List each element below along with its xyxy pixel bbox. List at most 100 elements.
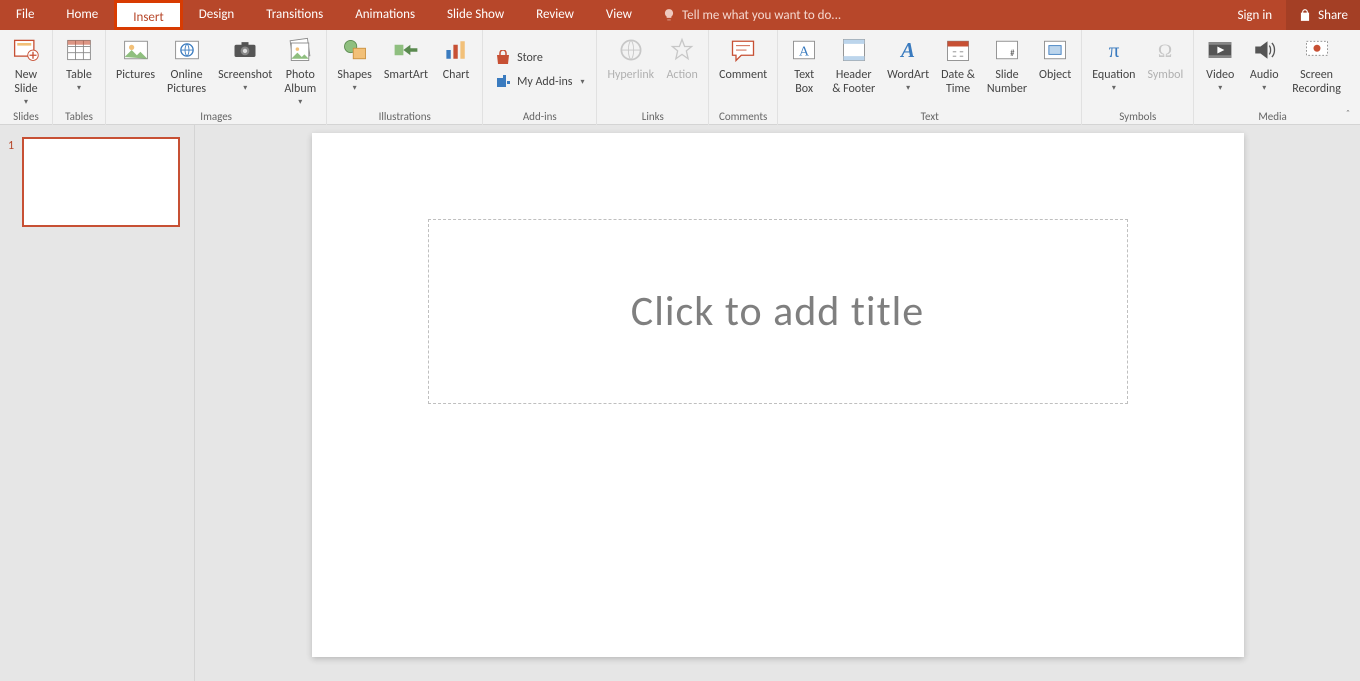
chevron-down-icon: ▾: [243, 83, 247, 93]
chevron-down-icon: ▾: [353, 83, 357, 93]
addins-icon: [495, 74, 511, 90]
equation-icon: π: [1098, 34, 1130, 66]
date-time-icon: [942, 34, 974, 66]
ribbon: New Slide ▾ Slides Table ▾ Tables Pictur…: [0, 30, 1360, 125]
date-time-button[interactable]: Date & Time: [935, 32, 981, 108]
video-icon: [1204, 34, 1236, 66]
wordart-icon: A: [892, 34, 924, 66]
chevron-down-icon: ▾: [906, 83, 910, 93]
tab-animations[interactable]: Animations: [339, 0, 431, 30]
chevron-down-icon: ▾: [298, 97, 302, 107]
slide-thumbnail-pane[interactable]: 1: [0, 125, 195, 681]
pictures-button[interactable]: Pictures: [110, 32, 161, 108]
header-footer-icon: [838, 34, 870, 66]
group-images: Pictures Online Pictures Screenshot ▾ Ph…: [106, 30, 327, 125]
text-box-button[interactable]: A Text Box: [782, 32, 826, 108]
tab-strip: File Home Insert Design Transitions Anim…: [0, 0, 1360, 30]
screen-recording-icon: [1301, 34, 1333, 66]
svg-text:#: #: [1010, 49, 1015, 59]
group-symbols: π Equation ▾ Ω Symbol Symbols: [1082, 30, 1194, 125]
object-icon: [1039, 34, 1071, 66]
group-addins: Store My Add-ins ▾ Add-ins: [483, 30, 597, 125]
header-footer-button[interactable]: Header & Footer: [826, 32, 881, 108]
tab-insert[interactable]: Insert: [114, 0, 183, 30]
share-icon: [1298, 8, 1312, 22]
chevron-down-icon: ▾: [1112, 83, 1116, 93]
photo-album-button[interactable]: Photo Album ▾: [278, 32, 322, 108]
lightbulb-icon: [662, 8, 676, 22]
group-tables: Table ▾ Tables: [53, 30, 106, 125]
my-addins-button[interactable]: My Add-ins ▾: [495, 74, 584, 90]
collapse-ribbon-button[interactable]: ˆ: [1342, 105, 1354, 122]
screenshot-button[interactable]: Screenshot ▾: [212, 32, 278, 108]
slide-thumbnail-1[interactable]: 1: [8, 137, 186, 227]
new-slide-icon: [10, 34, 42, 66]
tab-file[interactable]: File: [0, 0, 50, 30]
chevron-down-icon: ▾: [24, 97, 28, 107]
slide-canvas-area[interactable]: Click to add title: [195, 125, 1360, 681]
group-media: Video ▾ Audio ▾ Screen Recording Media: [1194, 30, 1351, 125]
smartart-icon: [390, 34, 422, 66]
svg-text:A: A: [799, 44, 810, 59]
audio-button[interactable]: Audio ▾: [1242, 32, 1286, 108]
photo-album-icon: [284, 34, 316, 66]
online-pictures-button[interactable]: Online Pictures: [161, 32, 212, 108]
tab-view[interactable]: View: [590, 0, 648, 30]
svg-text:Ω: Ω: [1158, 41, 1172, 62]
tell-me-search[interactable]: Tell me what you want to do...: [662, 8, 841, 23]
share-button[interactable]: Share: [1286, 0, 1360, 30]
picture-icon: [120, 34, 152, 66]
tab-review[interactable]: Review: [520, 0, 590, 30]
table-button[interactable]: Table ▾: [57, 32, 101, 108]
store-icon: [495, 50, 511, 66]
chart-icon: [440, 34, 472, 66]
main-area: 1 Click to add title: [0, 125, 1360, 681]
group-text: A Text Box Header & Footer A WordArt ▾ D…: [778, 30, 1082, 125]
title-placeholder[interactable]: Click to add title: [428, 219, 1128, 404]
chevron-down-icon: ▾: [77, 83, 81, 93]
audio-icon: [1248, 34, 1280, 66]
hyperlink-button: Hyperlink: [601, 32, 660, 108]
hyperlink-icon: [615, 34, 647, 66]
group-comments: Comment Comments: [709, 30, 778, 125]
shapes-button[interactable]: Shapes ▾: [331, 32, 378, 108]
online-pictures-icon: [171, 34, 203, 66]
titlebar-right: Sign in Share: [1223, 0, 1360, 30]
chevron-down-icon: ▾: [1218, 83, 1222, 93]
table-icon: [63, 34, 95, 66]
svg-text:π: π: [1109, 38, 1120, 62]
chart-button[interactable]: Chart: [434, 32, 478, 108]
shapes-icon: [339, 34, 371, 66]
tab-slideshow[interactable]: Slide Show: [431, 0, 520, 30]
svg-text:A: A: [899, 38, 915, 62]
video-button[interactable]: Video ▾: [1198, 32, 1242, 108]
chevron-down-icon: ▾: [1262, 83, 1266, 93]
new-slide-button[interactable]: New Slide ▾: [4, 32, 48, 108]
group-slides: New Slide ▾ Slides: [0, 30, 53, 125]
symbol-button: Ω Symbol: [1141, 32, 1189, 108]
object-button[interactable]: Object: [1033, 32, 1077, 108]
wordart-button[interactable]: A WordArt ▾: [881, 32, 935, 108]
tab-home[interactable]: Home: [50, 0, 114, 30]
textbox-icon: A: [788, 34, 820, 66]
screenshot-icon: [229, 34, 261, 66]
slide-number-icon: #: [991, 34, 1023, 66]
store-button[interactable]: Store: [495, 50, 584, 66]
tell-me-placeholder: Tell me what you want to do...: [682, 8, 841, 23]
smartart-button[interactable]: SmartArt: [378, 32, 434, 108]
slide[interactable]: Click to add title: [312, 133, 1244, 657]
comment-button[interactable]: Comment: [713, 32, 773, 108]
sign-in-link[interactable]: Sign in: [1223, 8, 1286, 23]
symbol-icon: Ω: [1149, 34, 1181, 66]
comment-icon: [727, 34, 759, 66]
screen-recording-button[interactable]: Screen Recording: [1286, 32, 1347, 108]
action-button: Action: [660, 32, 704, 108]
thumbnail-preview[interactable]: [22, 137, 180, 227]
group-links: Hyperlink Action Links: [597, 30, 709, 125]
action-icon: [666, 34, 698, 66]
tab-design[interactable]: Design: [183, 0, 250, 30]
equation-button[interactable]: π Equation ▾: [1086, 32, 1141, 108]
group-illustrations: Shapes ▾ SmartArt Chart Illustrations: [327, 30, 483, 125]
tab-transitions[interactable]: Transitions: [250, 0, 339, 30]
slide-number-button[interactable]: # Slide Number: [981, 32, 1033, 108]
